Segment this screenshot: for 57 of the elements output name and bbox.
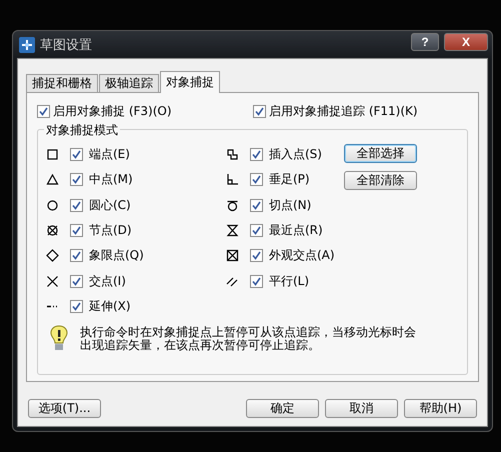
checkbox[interactable] bbox=[70, 198, 83, 212]
select-button[interactable]: 全部清除 bbox=[344, 171, 417, 190]
checkbox[interactable] bbox=[250, 173, 263, 186]
checkbox-label: 启用对象捕捉追踪 (F11)(K) bbox=[269, 102, 418, 120]
checkbox[interactable] bbox=[253, 104, 266, 118]
perpendicular-marker-icon bbox=[226, 173, 239, 186]
checkbox[interactable] bbox=[250, 198, 263, 212]
option-label: 插入点(S) bbox=[269, 146, 322, 164]
tab[interactable]: 极轴追踪 bbox=[99, 74, 159, 93]
help-button[interactable]: ? bbox=[411, 33, 439, 51]
option-label: 外观交点(A) bbox=[269, 247, 335, 264]
crossed-square-marker-icon bbox=[226, 249, 239, 262]
option-label: 最近点(R) bbox=[269, 222, 323, 240]
checkbox[interactable] bbox=[70, 274, 83, 288]
tab[interactable]: 捕捉和栅格 bbox=[26, 74, 98, 93]
dialog-button[interactable]: 帮助(H) bbox=[404, 399, 477, 418]
circle-marker-icon bbox=[46, 198, 59, 212]
tab[interactable]: 对象捕捉 bbox=[160, 71, 220, 93]
option-label: 平行(L) bbox=[269, 272, 310, 290]
checkbox[interactable] bbox=[250, 249, 263, 262]
app-icon bbox=[19, 36, 35, 52]
checkbox[interactable] bbox=[250, 224, 263, 238]
option-label: 圆心(C) bbox=[89, 196, 131, 214]
x-marker-icon bbox=[46, 274, 59, 288]
overlapping-squares-marker-icon bbox=[226, 148, 239, 162]
diamond-marker-icon bbox=[46, 249, 59, 262]
hint-text: 执行命令时在对象捕捉点上暂停可从该点追踪，当移动光标时会出现追踪矢量，在该点再次暂停可停止追踪。 bbox=[80, 326, 417, 352]
option-label: 节点(D) bbox=[89, 222, 132, 240]
checkbox-label: 启用对象捕捉 (F3)(O) bbox=[53, 102, 172, 120]
checkbox[interactable] bbox=[70, 249, 83, 262]
option-label: 切点(N) bbox=[269, 196, 312, 214]
triangle-marker-icon bbox=[46, 173, 59, 186]
option-label: 中点(M) bbox=[89, 171, 133, 188]
tangent-circle-marker-icon bbox=[226, 198, 239, 212]
checkbox[interactable] bbox=[37, 104, 50, 118]
option-label: 垂足(P) bbox=[269, 171, 310, 188]
square-marker-icon bbox=[46, 148, 59, 162]
window-title: 草图设置 bbox=[40, 36, 93, 54]
close-button[interactable]: X bbox=[444, 33, 488, 51]
option-label: 交点(I) bbox=[89, 272, 126, 290]
checkbox[interactable] bbox=[70, 148, 83, 162]
select-button[interactable]: 全部选择 bbox=[344, 144, 417, 163]
checkbox[interactable] bbox=[250, 274, 263, 288]
checkbox[interactable] bbox=[70, 224, 83, 238]
checkbox[interactable] bbox=[70, 300, 83, 313]
option-label: 象限点(Q) bbox=[89, 247, 144, 264]
dialog-button[interactable]: 确定 bbox=[246, 399, 319, 418]
dialog-button[interactable]: 取消 bbox=[325, 399, 398, 418]
checkbox[interactable] bbox=[250, 148, 263, 162]
option-label: 端点(E) bbox=[89, 146, 130, 164]
checkbox[interactable] bbox=[70, 173, 83, 186]
crossed-circle-marker-icon bbox=[46, 224, 59, 238]
parallel-lines-marker-icon bbox=[226, 274, 239, 288]
options-button[interactable]: 选项(T)... bbox=[28, 399, 101, 418]
option-label: 延伸(X) bbox=[89, 298, 131, 315]
group-title: 对象捕捉模式 bbox=[44, 122, 120, 139]
hourglass-marker-icon bbox=[226, 224, 239, 238]
